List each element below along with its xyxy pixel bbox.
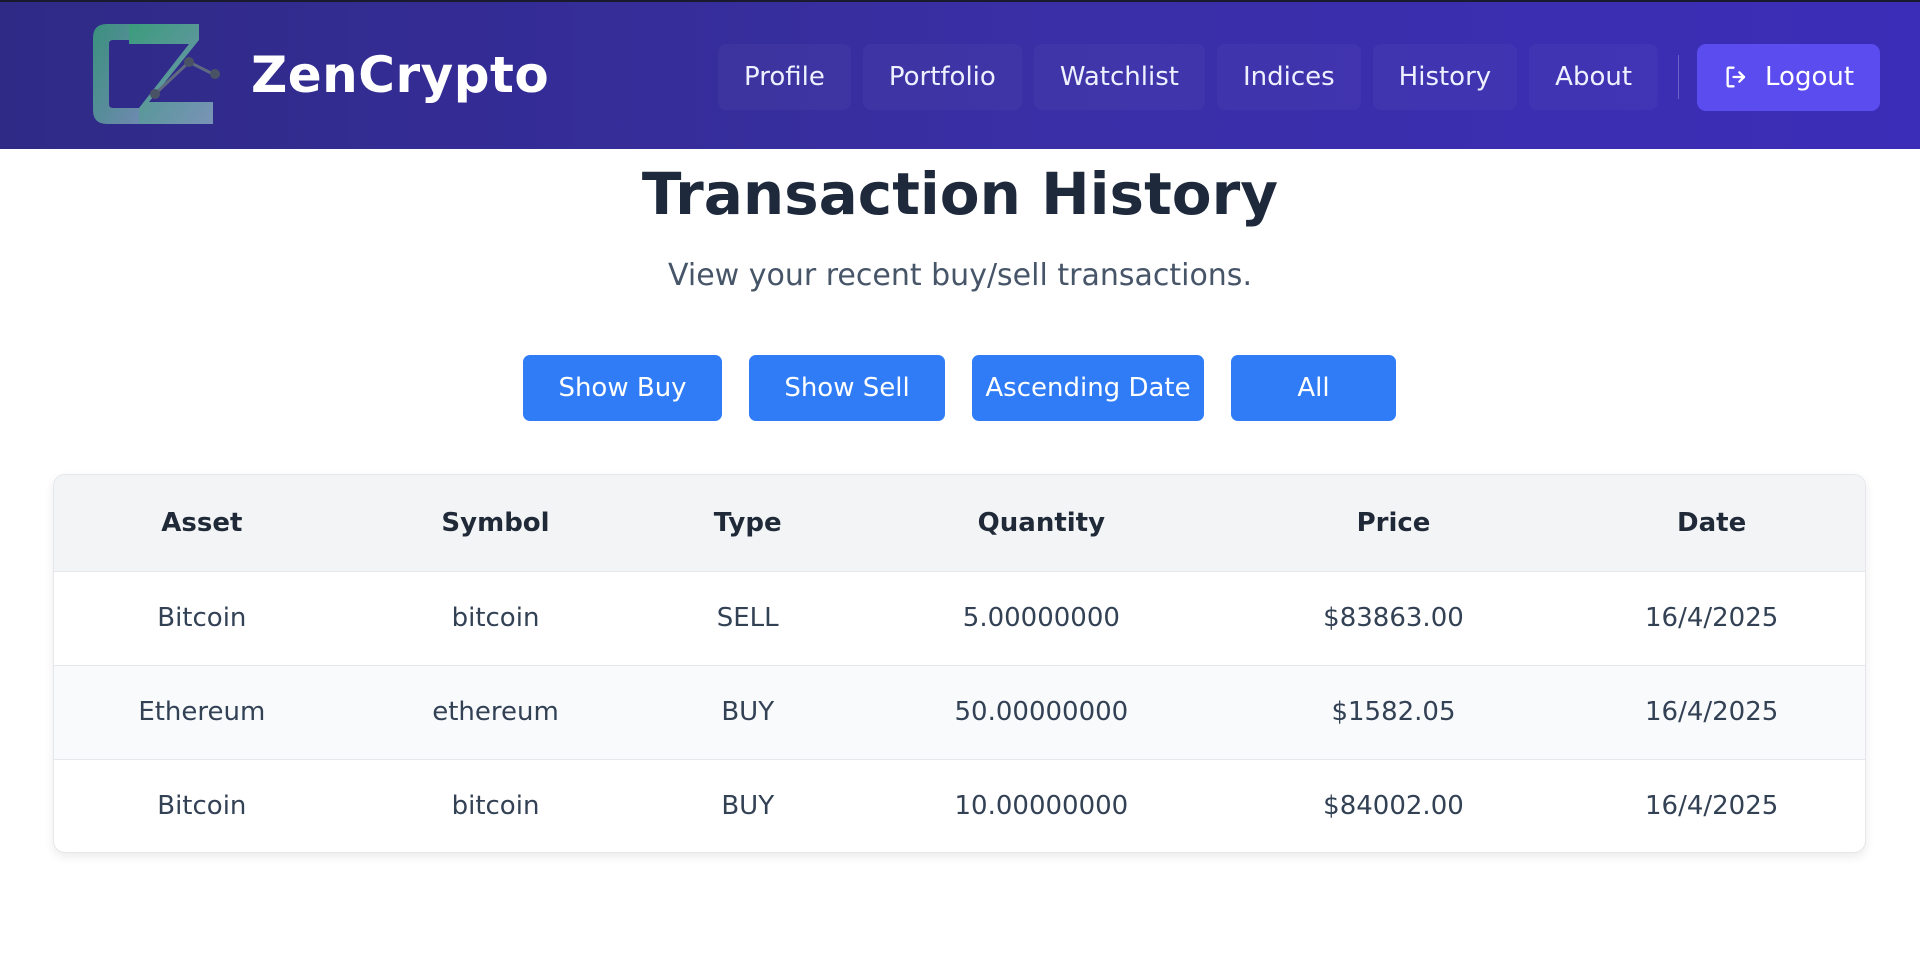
transactions-table-card: Asset Symbol Type Quantity Price Date Bi… <box>53 474 1866 853</box>
column-header-symbol: Symbol <box>441 507 550 538</box>
top-navbar: ZenCrypto Profile Portfolio Watchlist In… <box>0 0 1920 149</box>
cell-date: 16/4/2025 <box>1644 697 1779 727</box>
cell-price: $84002.00 <box>1323 791 1464 822</box>
cell-date: 16/4/2025 <box>1644 791 1779 822</box>
logout-icon <box>1726 66 1746 88</box>
nav-item-indices[interactable]: Indices <box>1217 44 1361 110</box>
main-nav: Profile Portfolio Watchlist Indices Hist… <box>718 43 1881 111</box>
cell-asset: Bitcoin <box>157 603 247 633</box>
cell-price: $1582.05 <box>1331 697 1456 727</box>
cell-symbol: ethereum <box>432 697 559 727</box>
page-subtitle: View your recent buy/sell transactions. <box>668 258 1252 293</box>
filter-bar: Show Buy Show Sell Ascending Date All <box>523 355 1396 421</box>
transactions-table: Asset Symbol Type Quantity Price Date Bi… <box>54 475 1865 852</box>
show-buy-button[interactable]: Show Buy <box>523 355 722 421</box>
cell-type: SELL <box>716 603 779 633</box>
table-header-row: Asset Symbol Type Quantity Price Date <box>54 475 1865 571</box>
column-header-quantity: Quantity <box>977 507 1106 538</box>
brand-name: ZenCrypto <box>251 46 550 104</box>
logout-button[interactable]: Logout <box>1697 43 1881 111</box>
nav-item-about[interactable]: About <box>1529 44 1658 110</box>
nav-divider <box>1678 55 1680 99</box>
cell-quantity: 10.00000000 <box>954 791 1129 822</box>
cell-symbol: bitcoin <box>451 603 540 633</box>
cell-asset: Bitcoin <box>157 791 247 822</box>
column-header-price: Price <box>1356 507 1431 538</box>
cell-quantity: 50.00000000 <box>954 697 1129 727</box>
cell-symbol: bitcoin <box>451 791 540 822</box>
cell-type: BUY <box>721 697 775 727</box>
brand[interactable]: ZenCrypto <box>89 18 549 132</box>
nav-item-history[interactable]: History <box>1373 44 1518 110</box>
nav-item-profile[interactable]: Profile <box>718 44 851 110</box>
nav-item-portfolio[interactable]: Portfolio <box>863 44 1022 110</box>
table-row: Bitcoin bitcoin BUY 10.00000000 $84002.0… <box>54 759 1865 852</box>
table-row: Bitcoin bitcoin SELL 5.00000000 $83863.0… <box>54 571 1865 665</box>
column-header-asset: Asset <box>161 507 243 538</box>
page-title: Transaction History <box>641 160 1279 228</box>
cell-type: BUY <box>721 791 775 822</box>
nav-item-watchlist[interactable]: Watchlist <box>1034 44 1205 110</box>
column-header-type: Type <box>713 507 782 538</box>
cell-price: $83863.00 <box>1323 603 1464 633</box>
cell-quantity: 5.00000000 <box>962 603 1120 633</box>
table-row: Ethereum ethereum BUY 50.00000000 $1582.… <box>54 665 1865 759</box>
cell-asset: Ethereum <box>138 697 266 727</box>
column-header-date: Date <box>1677 507 1747 538</box>
ascending-date-button[interactable]: Ascending Date <box>972 355 1204 421</box>
logout-label: Logout <box>1765 62 1855 92</box>
zencrypto-logo-icon <box>93 24 220 124</box>
show-sell-button[interactable]: Show Sell <box>749 355 945 421</box>
cell-date: 16/4/2025 <box>1644 603 1779 633</box>
show-all-button[interactable]: All <box>1231 355 1396 421</box>
